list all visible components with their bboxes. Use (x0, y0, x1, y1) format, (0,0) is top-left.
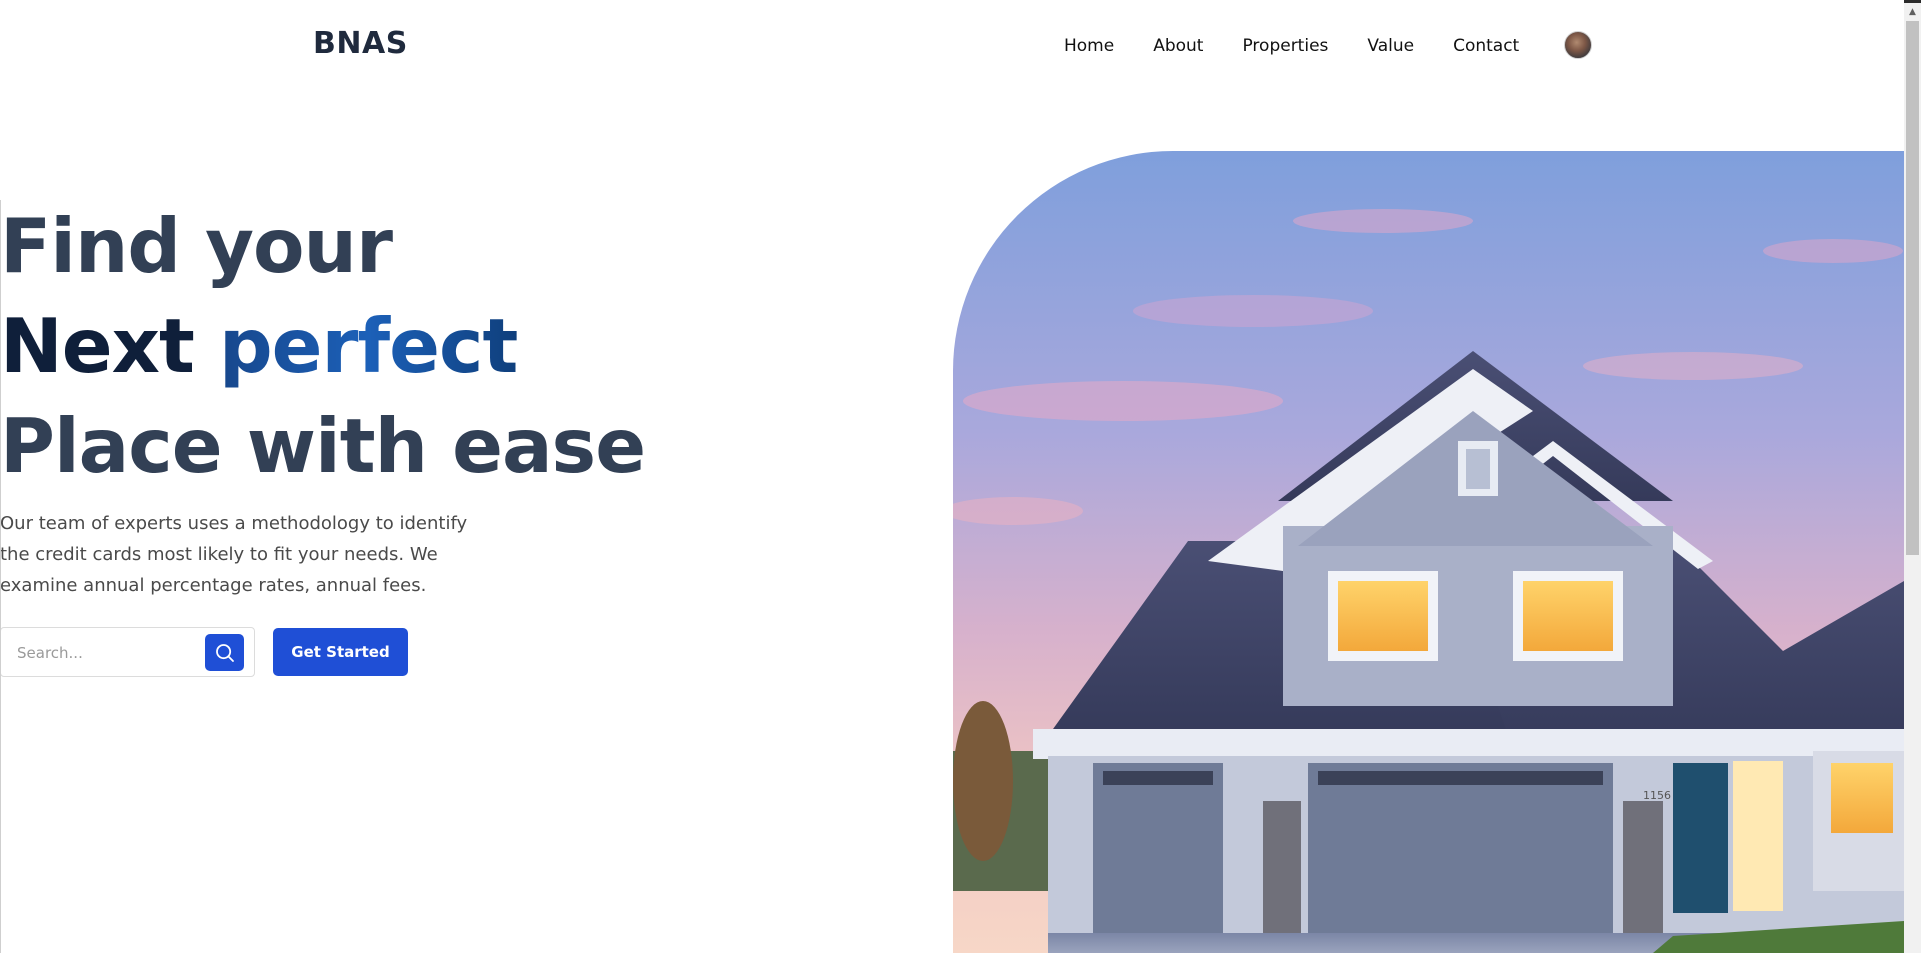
hero-title-line-3: Place with ease (0, 402, 646, 490)
hero-title-line-1: Find your (0, 202, 393, 290)
avatar[interactable] (1564, 31, 1592, 59)
landing-page: BNAS Home About Properties Value Contact… (0, 0, 1904, 953)
nav-properties[interactable]: Properties (1242, 36, 1328, 56)
hero-title-next: Next (0, 302, 219, 390)
hero-house-image: 1156 (953, 151, 1904, 953)
nav-about[interactable]: About (1153, 36, 1203, 56)
hero-title-accent: perfect (218, 302, 518, 390)
search-button[interactable] (205, 634, 244, 671)
nav-value[interactable]: Value (1367, 36, 1414, 56)
scroll-up-arrow-icon[interactable]: ▲ (1904, 5, 1921, 19)
get-started-button[interactable]: Get Started (273, 628, 408, 676)
brand-logo[interactable]: BNAS (313, 26, 408, 61)
hero-description: Our team of experts uses a methodology t… (0, 513, 468, 596)
house-photo: 1156 (953, 151, 1904, 953)
scrollbar-thumb[interactable] (1906, 21, 1919, 555)
hero-title: Find your Next perfect Place with ease (0, 196, 646, 496)
search-input[interactable] (15, 638, 194, 668)
left-edge-line (0, 200, 1, 953)
main-nav: Home About Properties Value Contact (1064, 28, 1558, 64)
house-number-plaque: 1156 (1643, 789, 1671, 802)
hero-title-line-2: Next perfect (0, 296, 645, 396)
search-icon (215, 643, 234, 662)
nav-home[interactable]: Home (1064, 36, 1114, 56)
nav-contact[interactable]: Contact (1453, 36, 1519, 56)
